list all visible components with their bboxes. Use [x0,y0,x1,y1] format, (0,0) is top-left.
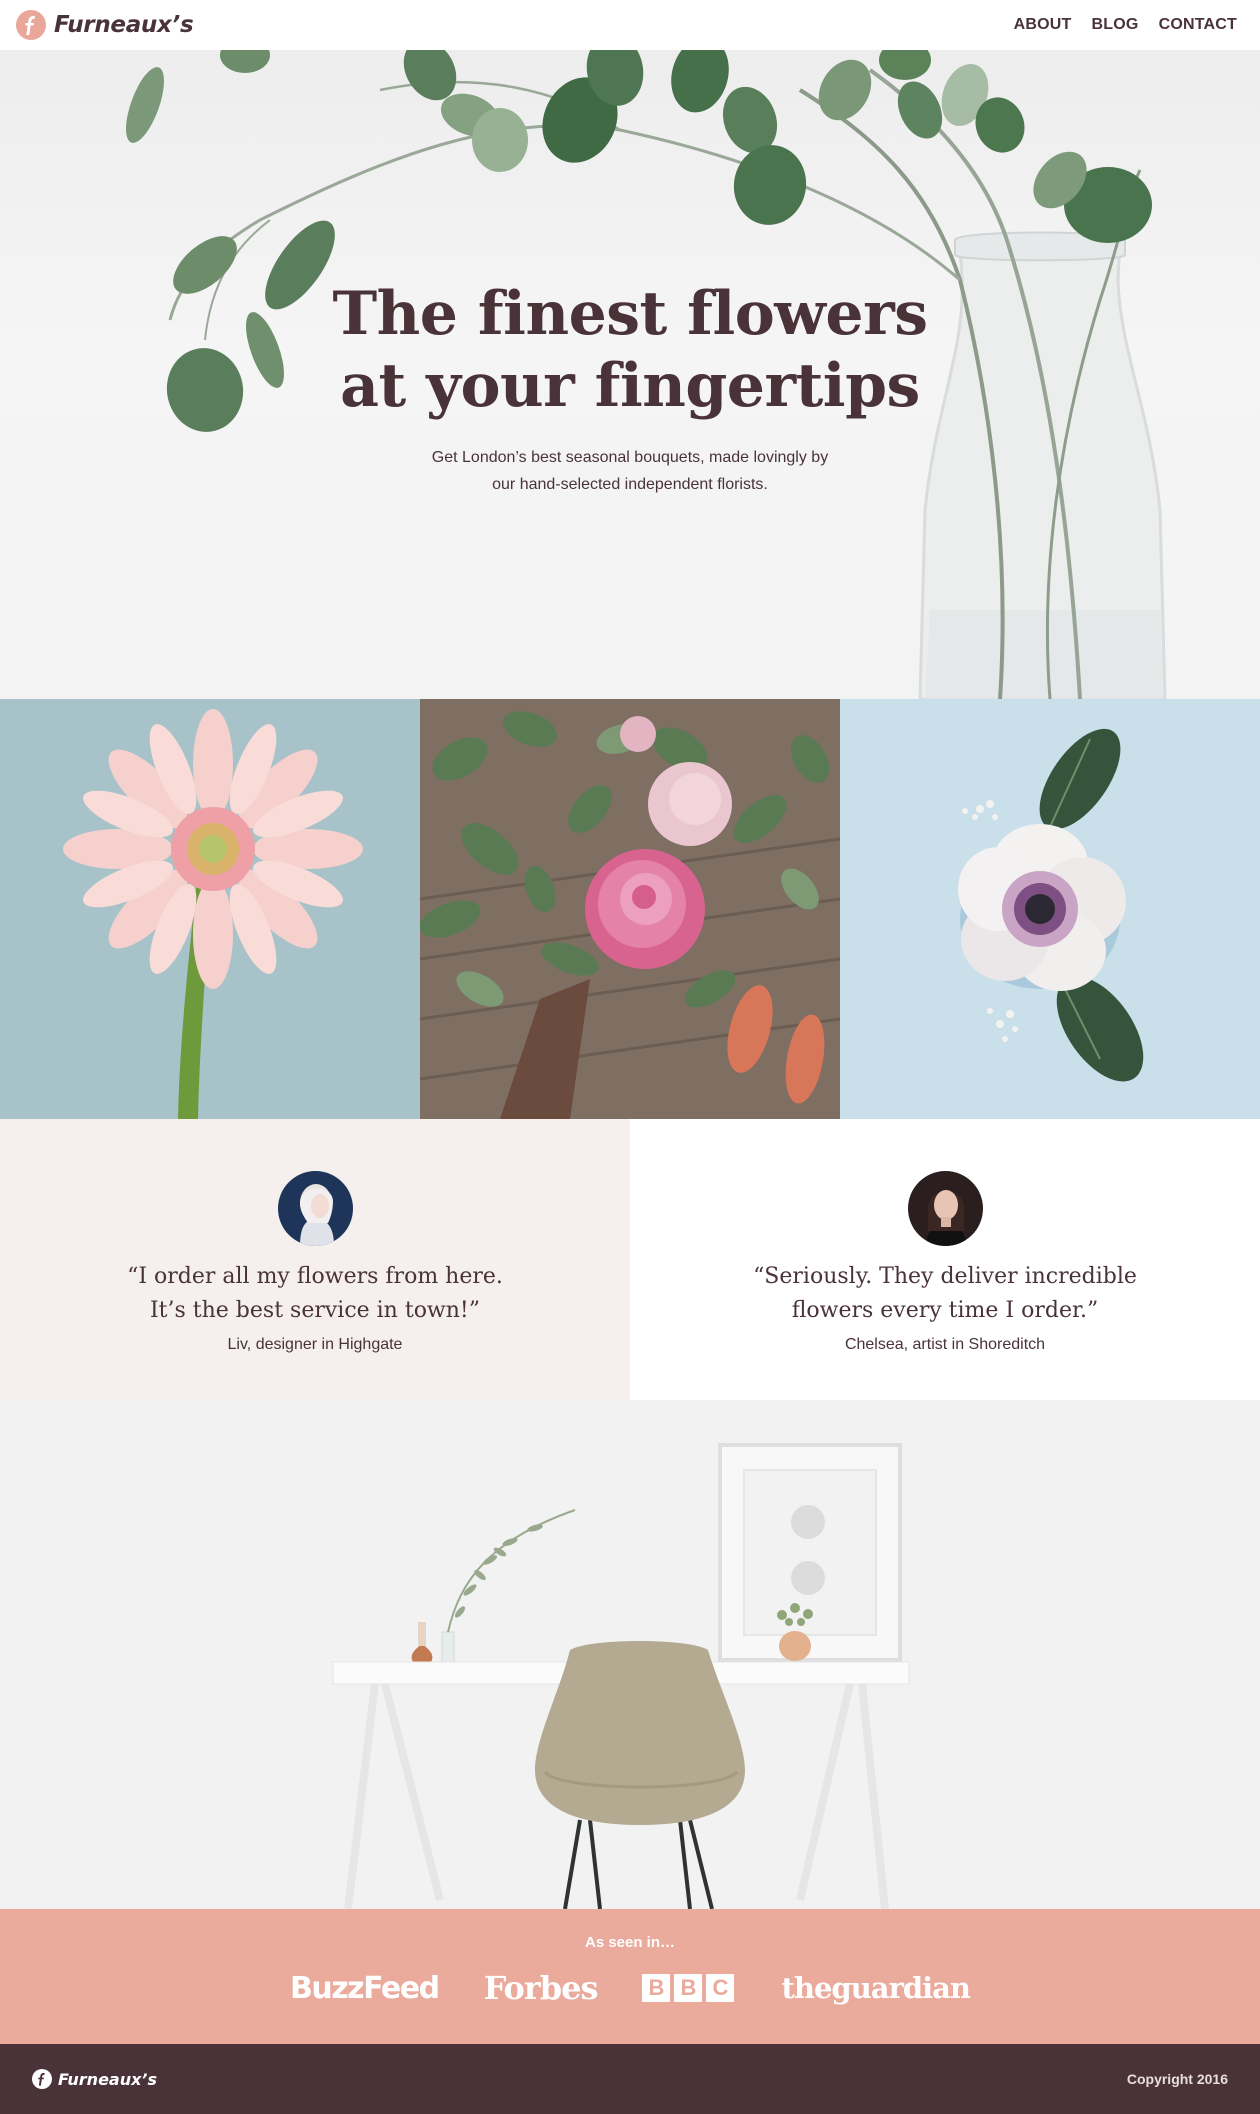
quote-line-1: “I order all my flowers from here. [127,1264,503,1289]
bbc-letter: B [642,1974,671,2002]
bbc-letter: B [674,1974,703,2002]
flower-gallery [0,699,1260,1119]
hero-subtitle: Get London’s best seasonal bouquets, mad… [0,444,1260,498]
press-logos: BuzzFeed Forbes B B C theguardian [0,1969,1260,2007]
gallery-image-anemone [840,699,1260,1119]
nav-link-contact[interactable]: CONTACT [1159,16,1237,34]
bbc-letter: C [706,1974,735,2002]
copyright-text: Copyright 2016 [1126,2071,1228,2087]
gallery-image-peony [420,699,840,1119]
forbes-logo: Forbes [483,1969,599,2007]
desk-and-chair-image [0,1400,1260,1909]
brand-f-icon [32,2069,52,2089]
testimonial-quote: “Seriously. They deliver incredible flow… [630,1260,1260,1328]
testimonial-card: “I order all my flowers from here. It’s … [0,1119,630,1400]
brand-logo-link[interactable]: Furneaux’s [16,10,194,40]
hero-subtitle-line-2: our hand-selected independent florists. [492,476,768,493]
bbc-logo: B B C [642,1974,735,2002]
avatar [908,1171,983,1246]
avatar [278,1171,353,1246]
testimonials-section: “I order all my flowers from here. It’s … [0,1119,1260,1400]
footer-brand-link[interactable]: Furneaux’s [32,2069,157,2089]
brand-name: Furneaux’s [54,12,194,38]
testimonial-author: Liv, designer in Highgate [227,1336,403,1353]
guardian-logo: theguardian [781,1971,971,2005]
quote-line-2: It’s the best service in town!” [149,1298,481,1323]
testimonial-quote: “I order all my flowers from here. It’s … [0,1260,630,1328]
hero-title: The finest flowers at your fingertips [0,278,1260,422]
quote-line-1: “Seriously. They deliver incredible [753,1264,1137,1289]
brand-f-icon [16,10,46,40]
nav-link-about[interactable]: ABOUT [1014,16,1072,34]
hero-subtitle-line-1: Get London’s best seasonal bouquets, mad… [431,449,829,466]
gallery-image-gerbera [0,699,420,1119]
testimonial-author: Chelsea, artist in Shoreditch [844,1336,1046,1353]
buzzfeed-logo: BuzzFeed [289,1970,440,2006]
footer: Furneaux’s Copyright 2016 [0,2044,1260,2114]
nav-link-blog[interactable]: BLOG [1092,16,1139,34]
press-section: As seen in… BuzzFeed Forbes B B C thegua… [0,1909,1260,2044]
hero-section: The finest flowers at your fingertips Ge… [0,50,1260,699]
testimonial-card: “Seriously. They deliver incredible flow… [630,1119,1260,1400]
press-label: As seen in… [584,1934,676,1951]
quote-line-2: flowers every time I order.” [791,1298,1099,1323]
nav-links: ABOUT BLOG CONTACT [1014,16,1237,34]
footer-brand-name: Furneaux’s [58,2069,158,2089]
top-navbar: Furneaux’s ABOUT BLOG CONTACT [0,0,1260,50]
hero-title-line-1: The finest flowers [332,279,928,349]
hero-title-line-2: at your fingertips [340,351,920,421]
